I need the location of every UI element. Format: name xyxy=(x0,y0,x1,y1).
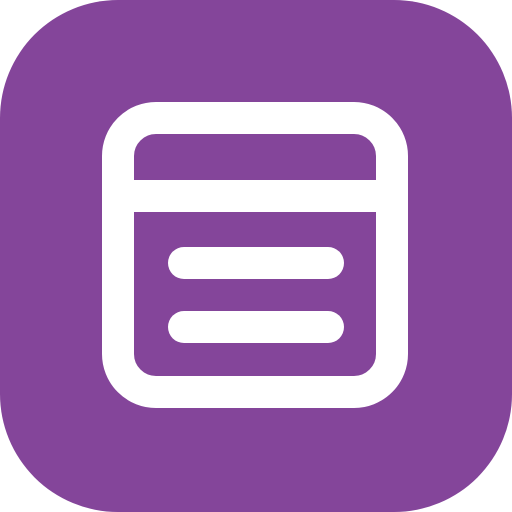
document-list-icon xyxy=(0,0,512,512)
header-divider xyxy=(118,180,392,212)
app-icon[interactable] xyxy=(0,0,512,512)
